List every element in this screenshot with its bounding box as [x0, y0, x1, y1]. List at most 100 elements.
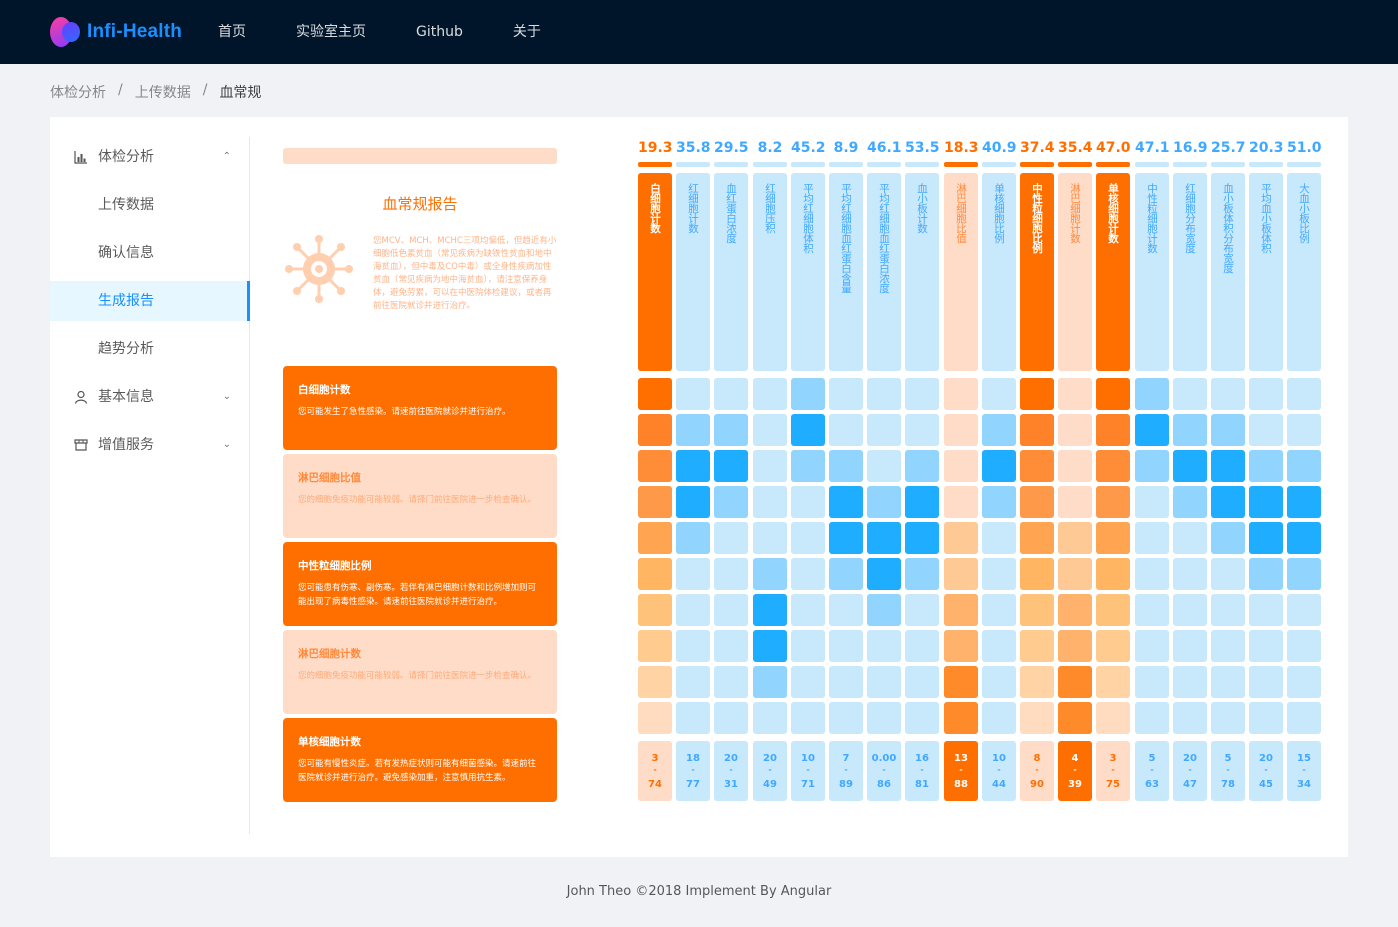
heatmap-cell[interactable] [753, 630, 787, 662]
heatmap-cell[interactable] [676, 450, 710, 482]
heatmap-cell[interactable] [905, 702, 939, 734]
heatmap-cell[interactable] [714, 630, 748, 662]
heatmap-cell[interactable] [1173, 558, 1207, 590]
breadcrumb-item[interactable]: 体检分析 [50, 82, 106, 102]
heatmap-cell[interactable] [791, 594, 825, 626]
menu-item-trend[interactable]: 趋势分析 [50, 329, 249, 369]
breadcrumb-item[interactable]: 上传数据 [135, 82, 191, 102]
heatmap-cell[interactable] [1287, 414, 1321, 446]
heatmap-cell[interactable] [753, 450, 787, 482]
heatmap-cell[interactable] [1135, 486, 1169, 518]
heatmap-cell[interactable] [867, 630, 901, 662]
column-header[interactable]: 淋巴细胞计数 [1058, 173, 1092, 371]
heatmap-cell[interactable] [791, 702, 825, 734]
heatmap-cell[interactable] [944, 486, 978, 518]
heatmap-cell[interactable] [905, 450, 939, 482]
heatmap-cell[interactable] [1173, 414, 1207, 446]
heatmap-cell[interactable] [1249, 630, 1283, 662]
heatmap-cell[interactable] [1173, 666, 1207, 698]
heatmap-cell[interactable] [1249, 450, 1283, 482]
heatmap-cell[interactable] [982, 486, 1016, 518]
heatmap-cell[interactable] [944, 702, 978, 734]
menu-item-report[interactable]: 生成报告 [50, 281, 250, 321]
heatmap-cell[interactable] [867, 558, 901, 590]
heatmap-cell[interactable] [676, 666, 710, 698]
heatmap-cell[interactable] [1287, 594, 1321, 626]
column-header[interactable]: 中性粒细胞比例 [1020, 173, 1054, 371]
heatmap-cell[interactable] [982, 594, 1016, 626]
heatmap-cell[interactable] [1135, 450, 1169, 482]
heatmap-cell[interactable] [1058, 666, 1092, 698]
heatmap-cell[interactable] [905, 522, 939, 554]
heatmap-cell[interactable] [1211, 378, 1245, 410]
column-header[interactable]: 单核细胞比例 [982, 173, 1016, 371]
heatmap-cell[interactable] [753, 414, 787, 446]
heatmap-cell[interactable] [1173, 450, 1207, 482]
heatmap-cell[interactable] [1135, 414, 1169, 446]
heatmap-cell[interactable] [791, 450, 825, 482]
heatmap-cell[interactable] [1020, 630, 1054, 662]
heatmap-cell[interactable] [676, 522, 710, 554]
heatmap-cell[interactable] [753, 666, 787, 698]
heatmap-cell[interactable] [829, 594, 863, 626]
heatmap-cell[interactable] [1287, 702, 1321, 734]
heatmap-cell[interactable] [1020, 558, 1054, 590]
nav-about[interactable]: 关于 [494, 0, 560, 64]
heatmap-cell[interactable] [1211, 630, 1245, 662]
heatmap-cell[interactable] [1096, 450, 1130, 482]
heatmap-cell[interactable] [1058, 702, 1092, 734]
heatmap-cell[interactable] [1173, 630, 1207, 662]
column-header[interactable]: 红细胞计数 [676, 173, 710, 371]
heatmap-cell[interactable] [829, 522, 863, 554]
heatmap-cell[interactable] [829, 630, 863, 662]
heatmap-cell[interactable] [1287, 666, 1321, 698]
heatmap-cell[interactable] [1287, 378, 1321, 410]
heatmap-cell[interactable] [638, 666, 672, 698]
heatmap-cell[interactable] [753, 486, 787, 518]
heatmap-cell[interactable] [982, 558, 1016, 590]
heatmap-cell[interactable] [638, 630, 672, 662]
heatmap-cell[interactable] [1173, 486, 1207, 518]
heatmap-cell[interactable] [867, 702, 901, 734]
heatmap-cell[interactable] [905, 630, 939, 662]
heatmap-cell[interactable] [1058, 594, 1092, 626]
heatmap-cell[interactable] [905, 594, 939, 626]
menu-item-confirm[interactable]: 确认信息 [50, 233, 249, 273]
heatmap-cell[interactable] [1135, 702, 1169, 734]
heatmap-cell[interactable] [1096, 414, 1130, 446]
column-header[interactable]: 中性粒细胞计数 [1135, 173, 1169, 371]
heatmap-cell[interactable] [1211, 558, 1245, 590]
heatmap-cell[interactable] [1058, 630, 1092, 662]
heatmap-cell[interactable] [1020, 594, 1054, 626]
heatmap-cell[interactable] [638, 414, 672, 446]
heatmap-cell[interactable] [1249, 378, 1283, 410]
heatmap-cell[interactable] [1135, 558, 1169, 590]
heatmap-cell[interactable] [676, 378, 710, 410]
menu-group-analysis[interactable]: 体检分析 ⌃ [50, 137, 249, 177]
heatmap-cell[interactable] [944, 630, 978, 662]
heatmap-cell[interactable] [676, 594, 710, 626]
heatmap-cell[interactable] [1287, 558, 1321, 590]
heatmap-cell[interactable] [982, 702, 1016, 734]
heatmap-cell[interactable] [1287, 486, 1321, 518]
heatmap-cell[interactable] [753, 522, 787, 554]
heatmap-cell[interactable] [1249, 486, 1283, 518]
heatmap-cell[interactable] [1249, 522, 1283, 554]
heatmap-cell[interactable] [1211, 702, 1245, 734]
heatmap-cell[interactable] [1287, 630, 1321, 662]
heatmap-cell[interactable] [905, 558, 939, 590]
heatmap-cell[interactable] [1211, 522, 1245, 554]
heatmap-cell[interactable] [714, 522, 748, 554]
heatmap-cell[interactable] [1211, 450, 1245, 482]
heatmap-cell[interactable] [714, 486, 748, 518]
heatmap-cell[interactable] [867, 522, 901, 554]
heatmap-cell[interactable] [638, 594, 672, 626]
column-header[interactable]: 白细胞计数 [638, 173, 672, 371]
heatmap-cell[interactable] [1211, 486, 1245, 518]
heatmap-cell[interactable] [867, 486, 901, 518]
heatmap-cell[interactable] [982, 630, 1016, 662]
heatmap-cell[interactable] [1020, 522, 1054, 554]
heatmap-cell[interactable] [638, 558, 672, 590]
nav-github[interactable]: Github [397, 0, 482, 64]
heatmap-cell[interactable] [829, 666, 863, 698]
